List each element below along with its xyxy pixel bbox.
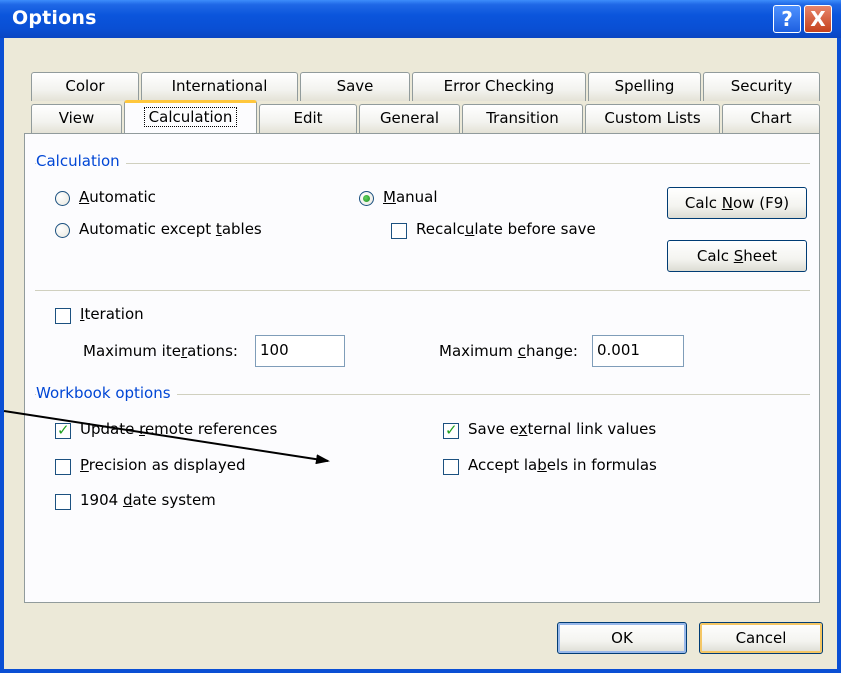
tab-custom-lists[interactable]: Custom Lists [585,104,720,133]
save-external-link-values-label: Save external link values [468,420,657,438]
iteration-checkbox[interactable] [55,308,71,324]
update-remote-references-label: Update remote references [80,420,278,438]
tab-view[interactable]: View [31,104,122,133]
maximum-iterations-input[interactable]: 100 [255,335,345,367]
tab-save[interactable]: Save [300,72,410,101]
ok-button[interactable]: OK [557,622,687,654]
tab-color[interactable]: Color [31,72,139,101]
tab-label: Edit [293,109,323,127]
manual-label: Manual [383,188,438,206]
recalculate-before-save-checkbox[interactable] [391,223,407,239]
calc-sheet-button[interactable]: Calc Sheet [667,240,807,272]
precision-as-displayed-checkbox[interactable] [55,459,71,475]
tab-label: View [58,109,95,127]
close-button[interactable]: X [804,5,832,33]
radio-manual[interactable] [359,191,374,206]
tab-label: Calculation [143,107,238,127]
section-divider [35,290,810,291]
date-1904-label: 1904 date system [80,491,216,509]
window-border-right [837,38,841,673]
tab-label: Spelling [614,77,675,95]
accept-labels-in-formulas-label: Accept labels in formulas [468,456,657,474]
radio-automatic[interactable] [55,191,70,206]
save-external-link-values-checkbox[interactable]: ✓ [443,421,459,439]
checkmark-icon: ✓ [445,421,458,439]
tab-transition[interactable]: Transition [462,104,583,133]
calculation-tab-panel: Calculation Automatic Automatic except t… [24,133,820,603]
cancel-button[interactable]: Cancel [699,622,823,654]
window-border-bottom [0,669,841,673]
tab-label: Error Checking [443,77,555,95]
title-bar[interactable]: Options ? X [0,0,841,38]
tab-general[interactable]: General [359,104,460,133]
maximum-change-input[interactable]: 0.001 [592,335,684,367]
maximum-iterations-label: Maximum iterations: [83,342,238,360]
workbook-options-group-label: Workbook options [36,384,177,402]
tab-international[interactable]: International [141,72,298,101]
recalculate-before-save-label: Recalculate before save [416,220,596,238]
automatic-label: Automatic [79,188,156,206]
tab-edit[interactable]: Edit [259,104,357,133]
tab-label: Color [65,77,105,95]
automatic-except-tables-label: Automatic except tables [79,220,262,238]
iteration-label: Iteration [80,305,144,323]
tab-spelling[interactable]: Spelling [588,72,701,101]
group-divider [35,163,810,164]
options-dialog: Options ? X Color International Save Err… [0,0,841,673]
dialog-title: Options [12,7,97,29]
tab-label: Transition [486,109,559,127]
tab-label: International [171,77,268,95]
date-1904-checkbox[interactable] [55,494,71,510]
maximum-change-label: Maximum change: [439,342,578,360]
tab-label: Security [730,77,793,95]
calculation-group-label: Calculation [36,152,126,170]
help-button[interactable]: ? [773,5,801,33]
tab-security[interactable]: Security [703,72,820,101]
tab-label: Chart [750,109,792,127]
radio-automatic-except-tables[interactable] [55,223,70,238]
update-remote-references-checkbox[interactable]: ✓ [55,421,71,439]
tab-label: Custom Lists [604,109,701,127]
tab-error-checking[interactable]: Error Checking [412,72,586,101]
tab-chart[interactable]: Chart [722,104,820,133]
tab-calculation[interactable]: Calculation [124,100,257,133]
accept-labels-in-formulas-checkbox[interactable] [443,459,459,475]
tab-label: General [379,109,440,127]
tab-label: Save [336,77,374,95]
calc-now-button[interactable]: Calc Now (F9) [667,187,807,219]
precision-as-displayed-label: Precision as displayed [80,456,246,474]
checkmark-icon: ✓ [57,421,70,439]
radio-selected-dot [363,195,370,202]
